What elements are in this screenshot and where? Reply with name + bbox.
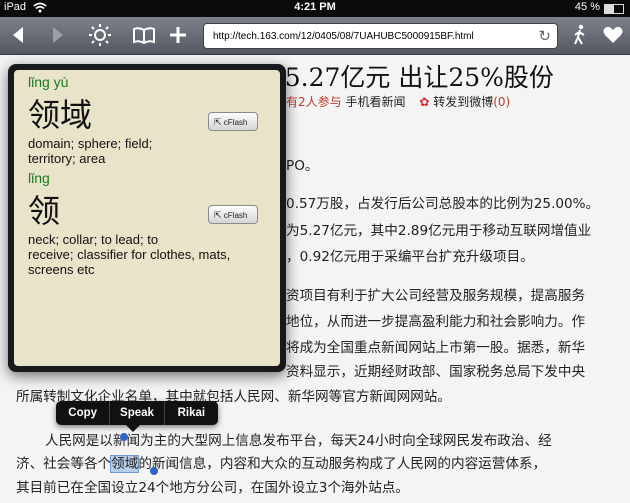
- selection-handle-start[interactable]: [120, 433, 128, 441]
- weibo-count: (0): [493, 95, 511, 109]
- copy-menu-item[interactable]: Copy: [56, 401, 111, 425]
- weibo-icon: ✿: [419, 95, 430, 109]
- selected-text[interactable]: 领域: [110, 455, 140, 473]
- cflash-label: cFlash: [223, 211, 248, 220]
- clock: 4:21 PM: [294, 1, 336, 13]
- entry-definition: screens etc: [28, 262, 95, 277]
- menu-pointer: [126, 425, 140, 432]
- battery-icon: [604, 4, 624, 14]
- cflash-button[interactable]: ⇱ cFlash: [208, 205, 258, 224]
- paragraph-line: 将成为全国重点新闻网站上市第一股。据悉，新华: [286, 340, 586, 356]
- url-text: http://tech.163.com/12/0405/08/7UAHUBC50…: [213, 31, 474, 42]
- mobile-news-link[interactable]: 手机看新闻: [345, 95, 405, 109]
- dictionary-popover: lǐng yù 领域 domain; sphere; field; territ…: [8, 64, 286, 372]
- heart-icon[interactable]: [600, 22, 626, 48]
- walk-icon[interactable]: [567, 22, 593, 48]
- edit-menu: Copy Speak Rikai: [56, 401, 218, 425]
- cflash-label: cFlash: [223, 118, 248, 127]
- back-arrow-icon[interactable]: [6, 22, 32, 48]
- text-before-selection: 济、社会等各个: [16, 456, 112, 472]
- url-field[interactable]: http://tech.163.com/12/0405/08/7UAHUBC50…: [203, 23, 558, 49]
- add-icon[interactable]: [165, 22, 191, 48]
- forward-arrow-icon[interactable]: [44, 22, 70, 48]
- dictionary-card: lǐng yù 领域 domain; sphere; field; territ…: [14, 70, 280, 366]
- paragraph-line: 资料显示，近期经财政部、国家税务总局下发中央: [286, 364, 586, 380]
- entry-definition: neck; collar; to lead; to: [28, 232, 159, 247]
- speak-menu-item[interactable]: Speak: [110, 401, 165, 425]
- dict-entry: lǐng 领 neck; collar; to lead; to receive…: [28, 170, 230, 277]
- paragraph-line-selection: 济、社会等各个领域的新闻信息，内容和大众的互动服务构成了人民网的内容运营体系，: [16, 452, 630, 473]
- entry-pinyin: lǐng yù: [28, 74, 69, 90]
- refresh-icon[interactable]: ↻: [538, 27, 551, 45]
- share-icon: ⇱: [214, 117, 222, 127]
- article-meta: 有2人参与 手机看新闻 ✿ 转发到微博(0): [286, 93, 510, 110]
- cflash-button[interactable]: ⇱ cFlash: [208, 112, 258, 131]
- paragraph-line: ，0.92亿元用于采编平台扩充升级项目。: [286, 249, 534, 265]
- entry-hanzi: 领: [28, 192, 61, 230]
- share-icon: ⇱: [214, 210, 222, 220]
- paragraph-line: 资项目有利于扩大公司经营及服务规模，提高服务: [286, 288, 586, 304]
- text-after-selection: 的新闻信息，内容和大众的互动服务构成了人民网的内容运营体系，: [138, 456, 547, 472]
- paragraph-line: 地位，从而进一步提高盈利能力和社会影响力。作: [286, 314, 586, 330]
- participants-link[interactable]: 有2人参与: [286, 95, 342, 109]
- paragraph-line: PO。: [286, 158, 319, 174]
- status-bar: iPad 4:21 PM 45 %: [0, 0, 630, 17]
- entry-definition: receive; classifier for clothes, mats,: [28, 247, 231, 262]
- paragraph-line: 人民网是以新闻为主的大型网上信息发布平台，每天24小时向全球网民发布政治、经: [45, 433, 552, 449]
- paragraph-line: 0.57万股，占发行后公司总股本的比例为25.00%。: [286, 196, 600, 212]
- entry-definition: territory; area: [28, 151, 106, 166]
- paragraph-line: 为5.27亿元，其中2.89亿元用于移动互联网增值业: [286, 223, 592, 239]
- entry-pinyin: lǐng: [28, 170, 50, 186]
- brightness-icon[interactable]: [87, 22, 113, 48]
- rikai-menu-item[interactable]: Rikai: [165, 401, 218, 425]
- weibo-share-link[interactable]: 转发到微博: [433, 95, 493, 109]
- dict-entry: lǐng yù 领域 domain; sphere; field; territ…: [28, 74, 152, 166]
- browser-toolbar: http://tech.163.com/12/0405/08/7UAHUBC50…: [0, 17, 630, 55]
- paragraph-line: 其目前已在全国设立24个地方分公司，在国外设立3个海外站点。: [16, 480, 409, 496]
- bookmarks-icon[interactable]: [131, 22, 157, 48]
- entry-definition: domain; sphere; field;: [28, 136, 153, 151]
- entry-hanzi: 领域: [28, 96, 93, 134]
- selection-handle-end[interactable]: [150, 467, 158, 475]
- battery-percent: 45 %: [574, 1, 600, 13]
